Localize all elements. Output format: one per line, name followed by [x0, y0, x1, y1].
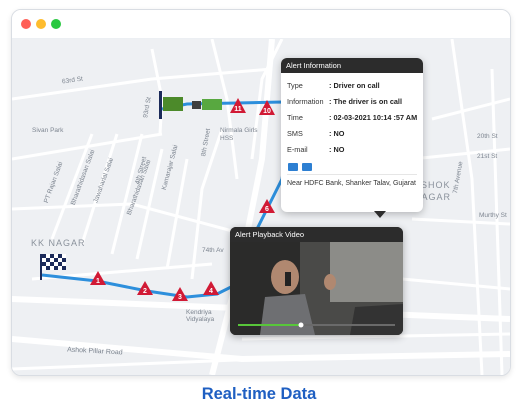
video-title: Alert Playback Video — [230, 227, 403, 242]
info-key: Time — [287, 113, 303, 122]
browser-window: 1 2 3 4 6 10 11 63rd St Sivan Park PT Ra… — [11, 9, 511, 376]
alert-playback-video[interactable]: Alert Playback Video — [230, 227, 403, 335]
route-start-pole — [159, 91, 162, 119]
info-value: : The driver is on call — [329, 97, 402, 106]
street-label: 20th St — [477, 133, 498, 140]
route-marker-4[interactable]: 4 — [203, 281, 219, 295]
area-label: KK NAGAR — [31, 238, 86, 248]
street-label: Nirmala Girls HSS — [220, 127, 258, 142]
finish-flag-icon — [42, 254, 66, 270]
street-label: 21st St — [477, 153, 498, 160]
alert-information-popup: Alert Information Type : Driver on call … — [281, 58, 423, 212]
download-icon[interactable] — [302, 163, 312, 171]
popup-divider — [287, 174, 417, 175]
popup-pointer — [374, 211, 386, 218]
alert-address: Near HDFC Bank, Shanker Talav, Gujarat — [287, 180, 416, 187]
window-titlebar — [12, 10, 510, 39]
info-value: : NO — [329, 145, 345, 154]
info-key: Information — [287, 97, 324, 106]
info-value: : NO — [329, 129, 345, 138]
svg-text:2: 2 — [143, 288, 147, 295]
vehicle-trailer — [163, 97, 183, 111]
svg-text:6: 6 — [265, 206, 269, 213]
svg-text:11: 11 — [234, 106, 242, 113]
street-label: 74th Av — [202, 247, 224, 254]
minimize-window-button[interactable] — [36, 19, 46, 29]
info-key: E-mail — [287, 145, 308, 154]
svg-text:10: 10 — [263, 108, 271, 115]
svg-text:1: 1 — [96, 278, 100, 285]
info-value: : Driver on call — [329, 81, 380, 90]
finish-flag-pole — [40, 254, 42, 280]
maximize-window-button[interactable] — [51, 19, 61, 29]
caption-heading: Real-time Data — [201, 385, 317, 403]
share-icon[interactable] — [288, 163, 298, 171]
street-label: Sivan Park — [32, 127, 64, 134]
svg-text:3: 3 — [178, 294, 182, 301]
video-frame — [230, 242, 403, 335]
info-key: SMS — [287, 129, 303, 138]
street-label: Murthy St — [479, 212, 507, 219]
street-label: Kendriya Vidyalaya — [186, 309, 215, 323]
vehicle-body — [202, 99, 222, 110]
video-progress-fill — [238, 324, 301, 326]
svg-text:4: 4 — [209, 288, 213, 295]
route-marker-11[interactable]: 11 — [230, 98, 246, 113]
close-window-button[interactable] — [21, 19, 31, 29]
info-key: Type — [287, 81, 303, 90]
popup-title: Alert Information — [281, 58, 423, 73]
info-value: : 02-03-2021 10:14 :57 AM — [329, 113, 418, 122]
vehicle-cab — [192, 101, 201, 109]
